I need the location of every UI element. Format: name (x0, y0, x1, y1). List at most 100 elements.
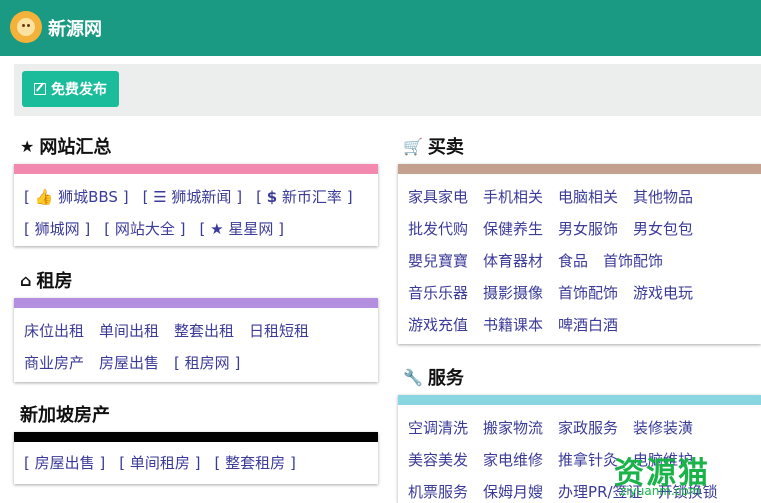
website-link[interactable]: [ ☰ 狮城新闻 ] (143, 186, 243, 207)
services-color-bar (398, 395, 761, 405)
trade-link[interactable]: 嬰兒寶寶 (408, 250, 468, 271)
website-link[interactable]: [ 👍 狮城BBS ] (24, 186, 129, 207)
rental-color-bar (14, 298, 378, 308)
rental-link[interactable]: 房屋出售 (99, 352, 159, 373)
site-title[interactable]: 新源网 (48, 15, 102, 41)
website-link[interactable]: [ ★ 星星网 ] (200, 218, 285, 239)
website-link[interactable]: [ $ 新币汇率 ] (256, 186, 352, 207)
star-icon: ★ (20, 136, 35, 156)
website-link-label: 新币汇率 (281, 187, 342, 206)
rental-link[interactable]: 床位出租 (24, 320, 84, 341)
property-row: [ 房屋出售 ] [ 单间租房 ] [ 整套租房 ] (24, 446, 368, 478)
trade-link[interactable]: 首饰配饰 (603, 250, 663, 271)
section-title-property: 新加坡房产 (20, 401, 110, 427)
services-link[interactable]: 家政服务 (558, 417, 618, 438)
publish-toolbar: 免费发布 (14, 64, 761, 116)
services-link[interactable]: 装修装潢 (633, 417, 693, 438)
trade-link[interactable]: 电脑相关 (558, 186, 618, 207)
section-title-text: 网站汇总 (39, 137, 112, 158)
services-link[interactable]: 家电维修 (483, 449, 543, 470)
trade-link[interactable]: 体育器材 (483, 250, 543, 271)
services-link[interactable]: 空调清洗 (408, 417, 468, 438)
services-link[interactable]: 保姆月嫂 (483, 481, 543, 502)
logo-eye (27, 24, 30, 27)
trade-row: 游戏充值 书籍课本 啤酒白酒 (408, 308, 751, 340)
trade-link[interactable]: 游戏电玩 (633, 282, 693, 303)
dollar-icon: $ (266, 187, 278, 206)
trade-link[interactable]: 家具家电 (408, 186, 468, 207)
rental-card: 床位出租 单间出租 整套出租 日租短租 商业房产 房屋出售 [ 租房网 ] (14, 298, 378, 382)
trade-link[interactable]: 啤酒白酒 (558, 314, 618, 335)
section-title-text: 服务 (427, 368, 464, 389)
trade-link[interactable]: 手机相关 (483, 186, 543, 207)
rental-link[interactable]: 商业房产 (24, 352, 84, 373)
trade-link[interactable]: 首饰配饰 (558, 282, 618, 303)
trade-row: 音乐乐器 摄影摄像 首饰配饰 游戏电玩 (408, 276, 751, 308)
trade-link[interactable]: 其他物品 (633, 186, 693, 207)
rental-site-label: 租房网 (184, 353, 230, 372)
wrench-icon: 🔧 (403, 367, 423, 387)
website-link-label: 狮城网 (34, 219, 80, 238)
services-link[interactable]: 搬家物流 (483, 417, 543, 438)
watermark-url: ziyuanm.com (620, 484, 701, 498)
property-card: [ 房屋出售 ] [ 单间租房 ] [ 整套租房 ] (14, 432, 378, 484)
services-link[interactable]: 美容美发 (408, 449, 468, 470)
rental-row: 床位出租 单间出租 整套出租 日租短租 (24, 314, 368, 346)
property-link[interactable]: [ 整套租房 ] (215, 452, 296, 473)
websites-row: [ 狮城网 ] [ 网站大全 ] [ ★ 星星网 ] (24, 212, 368, 244)
rss-icon: ☰ (153, 187, 167, 206)
website-link-label: 星星网 (228, 219, 274, 238)
trade-link[interactable]: 男女包包 (633, 218, 693, 239)
trade-card: 家具家电 手机相关 电脑相关 其他物品 批发代购 保健养生 男女服饰 男女包包 嬰兒寶寶 体育器材… (398, 164, 761, 344)
trade-color-bar (398, 164, 761, 174)
logo-eye (22, 24, 25, 27)
trade-link[interactable]: 游戏充值 (408, 314, 468, 335)
section-title-text: 买卖 (427, 137, 464, 158)
section-title-websites: ★ 网站汇总 (20, 133, 111, 159)
rental-link[interactable]: 整套出租 (174, 320, 234, 341)
services-link[interactable]: 机票服务 (408, 481, 468, 502)
trade-row: 嬰兒寶寶 体育器材 食品 首饰配饰 (408, 244, 751, 276)
section-title-text: 新加坡房产 (20, 405, 110, 426)
trade-link[interactable]: 食品 (558, 250, 588, 271)
rental-link[interactable]: 单间出租 (99, 320, 159, 341)
section-title-trade: 🛒 买卖 (403, 133, 464, 159)
websites-card: [ 👍 狮城BBS ][ ☰ 狮城新闻 ][ $ 新币汇率 ] [ 狮城网 ][… (14, 164, 378, 246)
rental-link[interactable]: 日租短租 (249, 320, 309, 341)
top-navbar: 新源网 (0, 0, 761, 56)
websites-color-bar (14, 164, 378, 174)
property-link[interactable]: [ 房屋出售 ] (24, 452, 105, 473)
cart-icon: 🛒 (403, 136, 423, 156)
star-icon: ★ (210, 219, 224, 238)
property-link-label: 整套租房 (225, 453, 286, 472)
rental-site-link[interactable]: [ 租房网 ] (174, 352, 240, 373)
edit-icon (34, 83, 46, 95)
website-link-label: 狮城BBS (58, 187, 118, 206)
trade-row: 家具家电 手机相关 电脑相关 其他物品 (408, 180, 751, 212)
section-title-services: 🔧 服务 (403, 364, 464, 390)
thumbs-up-icon: 👍 (34, 187, 54, 206)
trade-link[interactable]: 批发代购 (408, 218, 468, 239)
services-row: 空调清洗 搬家物流 家政服务 装修装潢 (408, 411, 751, 443)
websites-row: [ 👍 狮城BBS ] [ ☰ 狮城新闻 ] [ $ 新币汇率 ] (24, 180, 368, 212)
website-link-label: 网站大全 (114, 219, 175, 238)
section-title-text: 租房 (36, 271, 73, 292)
trade-link[interactable]: 保健养生 (483, 218, 543, 239)
trade-link[interactable]: 摄影摄像 (483, 282, 543, 303)
trade-row: 批发代购 保健养生 男女服饰 男女包包 (408, 212, 751, 244)
website-link[interactable]: [ 狮城网 ] (24, 218, 90, 239)
property-link[interactable]: [ 单间租房 ] (119, 452, 200, 473)
trade-link[interactable]: 音乐乐器 (408, 282, 468, 303)
rental-row: 商业房产 房屋出售 [ 租房网 ] (24, 346, 368, 378)
trade-link[interactable]: 书籍课本 (483, 314, 543, 335)
property-link-label: 单间租房 (129, 453, 190, 472)
lion-logo-icon[interactable] (10, 11, 42, 43)
publish-button[interactable]: 免费发布 (22, 71, 119, 107)
section-title-rental: ⌂ 租房 (20, 267, 72, 293)
property-link-label: 房屋出售 (34, 453, 95, 472)
publish-label: 免费发布 (51, 82, 107, 98)
website-link-label: 狮城新闻 (171, 187, 232, 206)
home-icon: ⌂ (20, 270, 32, 290)
trade-link[interactable]: 男女服饰 (558, 218, 618, 239)
website-link[interactable]: [ 网站大全 ] (104, 218, 185, 239)
